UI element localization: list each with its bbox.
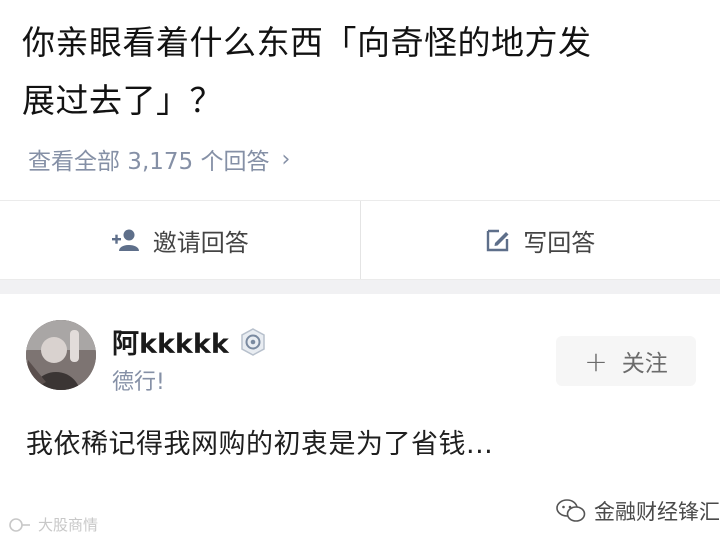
write-answer-button[interactable]: 写回答: [359, 201, 720, 279]
author-name-text: 阿kkkkk: [112, 329, 229, 360]
answer-excerpt[interactable]: 我依稀记得我网购的初衷是为了省钱...: [26, 422, 493, 461]
question-header: 你亲眼看着什么东西「向奇怪的地方发 展过去了」？: [22, 14, 702, 130]
author-bio: 德行!: [112, 370, 165, 395]
verified-badge-icon: [239, 327, 267, 356]
question-title-line-2: 展过去了」？: [22, 81, 223, 120]
section-divider: [0, 280, 720, 294]
edit-icon: [485, 227, 511, 253]
question-actions-bar: 邀请回答 写回答: [0, 200, 720, 280]
invite-answer-label: 邀请回答: [152, 228, 249, 257]
watermark-left-text: 大股商情: [38, 516, 99, 534]
wechat-icon: [556, 499, 586, 523]
plus-icon: +: [584, 344, 608, 378]
watermark-right: 金融财经锋汇: [556, 496, 720, 526]
watermark-logo-icon: [9, 517, 30, 532]
avatar[interactable]: [26, 320, 96, 390]
follow-label: 关注: [621, 351, 668, 377]
watermark-right-text: 金融财经锋汇: [594, 500, 720, 524]
watermark-left: 大股商情: [8, 514, 98, 535]
question-title-line-1: 你亲眼看着什么东西「向奇怪的地方发: [22, 23, 592, 62]
view-all-answers-link[interactable]: 查看全部 3,175 个回答 ›: [28, 142, 290, 176]
invite-answer-button[interactable]: 邀请回答: [0, 201, 360, 279]
chevron-right-icon: ›: [281, 146, 291, 172]
follow-button[interactable]: + 关注: [556, 336, 696, 386]
author-name[interactable]: 阿kkkkk: [112, 322, 267, 361]
question-title[interactable]: 你亲眼看着什么东西「向奇怪的地方发 展过去了」？: [22, 14, 702, 130]
view-all-label: 查看全部 3,175 个回答: [28, 149, 270, 175]
write-answer-label: 写回答: [523, 228, 596, 257]
add-user-icon: [111, 228, 141, 252]
